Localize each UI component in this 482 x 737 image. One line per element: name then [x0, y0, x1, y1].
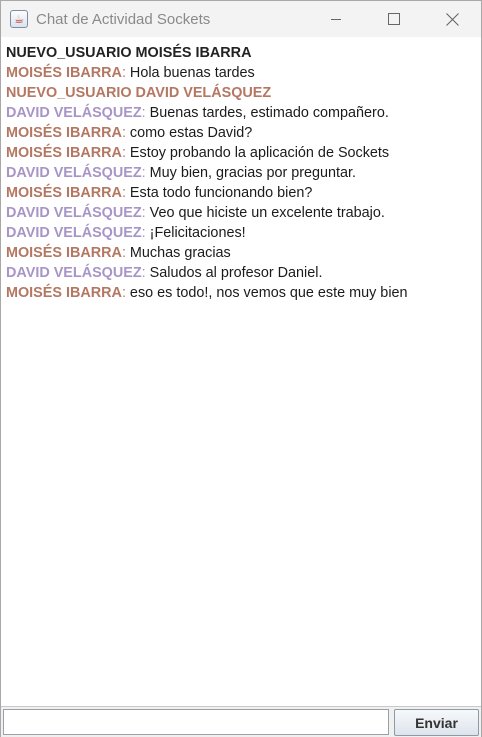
- message-text: Veo que hiciste un excelente trabajo.: [145, 205, 385, 221]
- title-bar[interactable]: ☕ Chat de Actividad Sockets: [1, 1, 481, 37]
- chat-line: DAVID VELÁSQUEZ: Saludos al profesor Dan…: [6, 263, 476, 283]
- chat-line: MOISÉS IBARRA: Muchas gracias: [6, 243, 476, 263]
- message-text: Esta todo funcionando bien?: [125, 185, 313, 201]
- message-text: Hola buenas tardes: [125, 65, 255, 81]
- chat-line: MOISÉS IBARRA: Hola buenas tardes: [6, 63, 476, 83]
- chat-line: DAVID VELÁSQUEZ: ¡Felicitaciones!: [6, 223, 476, 243]
- java-cup-icon: ☕: [10, 10, 28, 28]
- chat-line: MOISÉS IBARRA: Estoy probando la aplicac…: [6, 143, 476, 163]
- system-notice: NUEVO_USUARIO MOISÉS IBARRA: [6, 45, 252, 61]
- close-button[interactable]: [423, 1, 481, 37]
- minimize-button[interactable]: [307, 1, 365, 37]
- composer-bar: Enviar: [1, 706, 481, 737]
- message-text: ¡Felicitaciones!: [145, 225, 246, 241]
- sender-name: MOISÉS IBARRA: [6, 245, 122, 261]
- minimize-icon: [331, 19, 341, 20]
- message-text: Estoy probando la aplicación de Sockets: [125, 145, 390, 161]
- chat-line: DAVID VELÁSQUEZ: Muy bien, gracias por p…: [6, 163, 476, 183]
- sender-name: MOISÉS IBARRA: [6, 285, 122, 301]
- sender-name: MOISÉS IBARRA: [6, 145, 122, 161]
- sender-name: DAVID VELÁSQUEZ: [6, 205, 142, 221]
- message-text: como estas David?: [125, 125, 253, 141]
- sender-name: DAVID VELÁSQUEZ: [6, 265, 142, 281]
- maximize-icon: [388, 13, 400, 25]
- message-text: Muy bien, gracias por preguntar.: [145, 165, 357, 181]
- close-icon: [445, 12, 459, 26]
- message-text: Saludos al profesor Daniel.: [145, 265, 323, 281]
- message-text: eso es todo!, nos vemos que este muy bie…: [125, 285, 408, 301]
- sender-name: DAVID VELÁSQUEZ: [6, 105, 142, 121]
- chat-line: MOISÉS IBARRA: eso es todo!, nos vemos q…: [6, 283, 476, 303]
- message-text: Muchas gracias: [125, 245, 231, 261]
- sender-name: DAVID VELÁSQUEZ: [6, 225, 142, 241]
- chat-line: MOISÉS IBARRA: como estas David?: [6, 123, 476, 143]
- message-text: Buenas tardes, estimado compañero.: [145, 105, 389, 121]
- send-button[interactable]: Enviar: [394, 709, 479, 736]
- chat-line: MOISÉS IBARRA: Esta todo funcionando bie…: [6, 183, 476, 203]
- sender-name: MOISÉS IBARRA: [6, 185, 122, 201]
- sender-name: MOISÉS IBARRA: [6, 125, 122, 141]
- sender-name: DAVID VELÁSQUEZ: [6, 165, 142, 181]
- window-title: Chat de Actividad Sockets: [36, 10, 211, 28]
- chat-line: DAVID VELÁSQUEZ: Buenas tardes, estimado…: [6, 103, 476, 123]
- chat-line: DAVID VELÁSQUEZ: Veo que hiciste un exce…: [6, 203, 476, 223]
- chat-log[interactable]: NUEVO_USUARIO MOISÉS IBARRA MOISÉS IBARRA…: [2, 38, 480, 706]
- chat-line: NUEVO_USUARIO DAVID VELÁSQUEZ: [6, 83, 476, 103]
- sender-name: MOISÉS IBARRA: [6, 65, 122, 81]
- chat-line: NUEVO_USUARIO MOISÉS IBARRA: [6, 43, 476, 63]
- maximize-button[interactable]: [365, 1, 423, 37]
- message-input[interactable]: [3, 709, 389, 735]
- chat-window: ☕ Chat de Actividad Sockets NUEVO_USUARI…: [0, 0, 482, 737]
- system-notice: NUEVO_USUARIO DAVID VELÁSQUEZ: [6, 85, 272, 101]
